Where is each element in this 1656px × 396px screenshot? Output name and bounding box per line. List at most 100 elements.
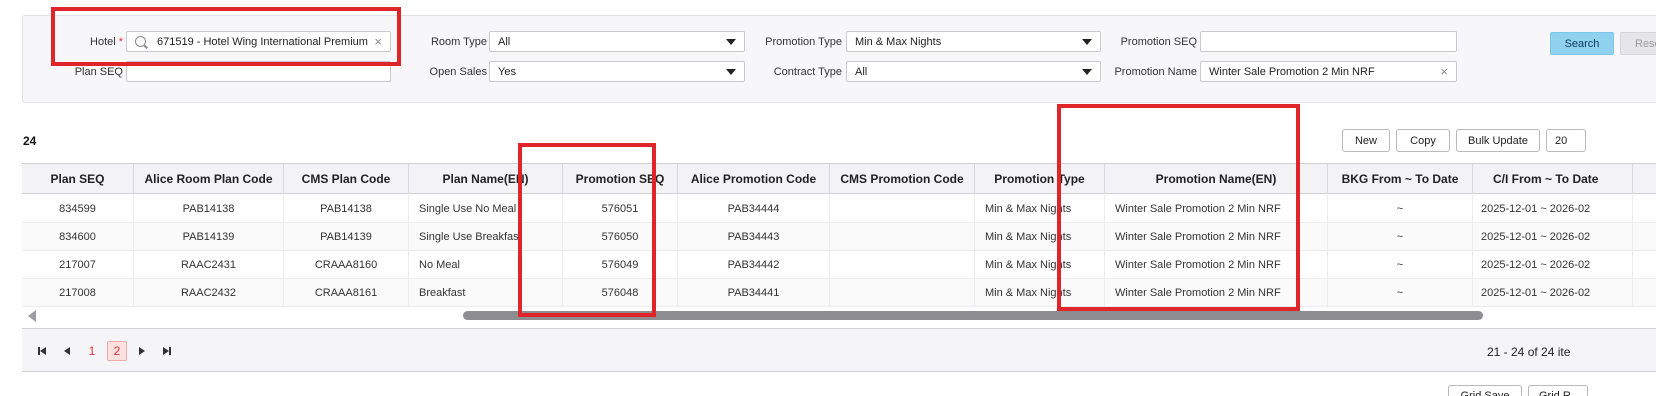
cell-alice-promotion-code: PAB34442: [678, 251, 830, 279]
reset-button[interactable]: Rese: [1620, 32, 1656, 55]
cell-ci-date: 2025-12-01 ~ 2026-02: [1473, 195, 1633, 223]
col-alice-promotion-code[interactable]: Alice Promotion Code: [678, 164, 830, 194]
grid-reset-button[interactable]: Grid R: [1528, 385, 1588, 396]
promotion-plan-page: Hotel * 671519 - Hotel Wing International…: [0, 0, 1656, 396]
cell-plan-seq: 834599: [22, 195, 134, 223]
cell-plan-name: Single Use No Meal: [409, 195, 563, 223]
contract-type-select[interactable]: All: [846, 61, 1101, 82]
cell-plan-seq: 834600: [22, 223, 134, 251]
cell-cms-plan-code: CRAAA8161: [284, 279, 409, 307]
contract-type-label: Contract Type: [773, 66, 842, 78]
cell-promotion-seq: 576051: [563, 195, 678, 223]
new-button[interactable]: New: [1342, 129, 1390, 152]
cell-bkg-date: ~: [1328, 195, 1473, 223]
cell-alice-promotion-code: PAB34443: [678, 223, 830, 251]
promotion-name-input[interactable]: Winter Sale Promotion 2 Min NRF ×: [1200, 61, 1457, 82]
grid-header: Plan SEQ Alice Room Plan Code CMS Plan C…: [22, 164, 1656, 194]
cell-ci-date: 2025-12-01 ~ 2026-02: [1473, 223, 1633, 251]
plan-seq-label: Plan SEQ: [74, 66, 123, 78]
cell-promotion-name: Winter Sale Promotion 2 Min NRF: [1105, 195, 1328, 223]
chevron-down-icon: [726, 68, 736, 75]
cell-cms-promotion-code: [830, 251, 975, 279]
cell-alice-room-plan-code: PAB14138: [134, 195, 284, 223]
filter-panel: [22, 15, 1656, 103]
cell-promotion-seq: 576049: [563, 251, 678, 279]
cell-plan-seq: 217008: [22, 279, 134, 307]
cell-plan-name: Single Use Breakfast: [409, 223, 563, 251]
page-2[interactable]: 2: [107, 341, 127, 361]
last-page-icon[interactable]: [157, 341, 177, 361]
copy-button[interactable]: Copy: [1396, 129, 1450, 152]
col-promotion-name-en[interactable]: Promotion Name(EN): [1105, 164, 1328, 194]
room-type-label: Room Type: [430, 36, 487, 48]
room-type-select[interactable]: All: [489, 31, 745, 52]
cell-bkg-date: ~: [1328, 223, 1473, 251]
col-cms-promotion-code[interactable]: CMS Promotion Code: [830, 164, 975, 194]
chevron-down-icon: [1082, 38, 1092, 45]
plan-seq-input[interactable]: [126, 61, 391, 82]
scrollbar-thumb[interactable]: [463, 311, 1483, 320]
cell-alice-promotion-code: PAB34441: [678, 279, 830, 307]
cell-alice-room-plan-code: RAAC2432: [134, 279, 284, 307]
col-promotion-type[interactable]: Promotion Type: [975, 164, 1105, 194]
next-page-icon[interactable]: [132, 341, 152, 361]
page-1[interactable]: 1: [82, 341, 102, 361]
hotel-label: Hotel *: [90, 36, 123, 48]
cell-cms-promotion-code: [830, 195, 975, 223]
cell-plan-seq: 217007: [22, 251, 134, 279]
horizontal-scrollbar[interactable]: [22, 308, 1656, 322]
table-row[interactable]: 834599 PAB14138 PAB14138 Single Use No M…: [22, 195, 1656, 223]
cell-cms-promotion-code: [830, 279, 975, 307]
promotion-seq-label: Promotion SEQ: [1120, 36, 1197, 48]
chevron-down-icon: [726, 38, 736, 45]
pager-info: 21 - 24 of 24 ite: [1487, 345, 1571, 359]
cell-ci-date: 2025-12-01 ~ 2026-02: [1473, 251, 1633, 279]
cell-bkg-date: ~: [1328, 279, 1473, 307]
cell-promotion-seq: 576048: [563, 279, 678, 307]
cell-alice-promotion-code: PAB34444: [678, 195, 830, 223]
clear-icon[interactable]: ×: [1440, 64, 1448, 79]
clear-icon[interactable]: ×: [374, 34, 382, 49]
cell-promotion-seq: 576050: [563, 223, 678, 251]
hotel-input[interactable]: 671519 - Hotel Wing International Premiu…: [126, 31, 391, 52]
cell-plan-name: No Meal: [409, 251, 563, 279]
cell-cms-plan-code: PAB14138: [284, 195, 409, 223]
col-plan-seq[interactable]: Plan SEQ: [22, 164, 134, 194]
table-row[interactable]: 217007 RAAC2431 CRAAA8160 No Meal 576049…: [22, 251, 1656, 279]
cell-promotion-name: Winter Sale Promotion 2 Min NRF: [1105, 279, 1328, 307]
cell-promotion-type: Min & Max Nights: [975, 251, 1105, 279]
cell-plan-name: Breakfast: [409, 279, 563, 307]
grid-save-button[interactable]: Grid Save: [1448, 385, 1522, 396]
col-promotion-seq[interactable]: Promotion SEQ: [563, 164, 678, 194]
cell-alice-room-plan-code: PAB14139: [134, 223, 284, 251]
hotel-value: 671519 - Hotel Wing International Premiu…: [157, 35, 368, 48]
table-row[interactable]: 834600 PAB14139 PAB14139 Single Use Brea…: [22, 223, 1656, 251]
promotion-seq-input[interactable]: [1200, 31, 1457, 52]
bulk-update-button[interactable]: Bulk Update: [1456, 129, 1540, 152]
first-page-icon[interactable]: [32, 341, 52, 361]
cell-cms-promotion-code: [830, 223, 975, 251]
promotion-name-label: Promotion Name: [1114, 66, 1197, 78]
page-size-button[interactable]: 20: [1546, 129, 1586, 152]
scroll-left-icon[interactable]: [28, 310, 36, 322]
open-sales-select[interactable]: Yes: [489, 61, 745, 82]
col-cms-plan-code[interactable]: CMS Plan Code: [284, 164, 409, 194]
chevron-down-icon: [1082, 68, 1092, 75]
prev-page-icon[interactable]: [57, 341, 77, 361]
table-row[interactable]: 217008 RAAC2432 CRAAA8161 Breakfast 5760…: [22, 279, 1656, 307]
pager: 1 2 21 - 24 of 24 ite: [22, 328, 1656, 372]
cell-promotion-type: Min & Max Nights: [975, 279, 1105, 307]
cell-promotion-type: Min & Max Nights: [975, 195, 1105, 223]
col-plan-name-en[interactable]: Plan Name(EN): [409, 164, 563, 194]
required-mark: *: [118, 36, 123, 48]
promotion-type-select[interactable]: Min & Max Nights: [846, 31, 1101, 52]
col-alice-room-plan-code[interactable]: Alice Room Plan Code: [134, 164, 284, 194]
col-bkg-from-to-date[interactable]: BKG From ~ To Date: [1328, 164, 1473, 194]
search-button[interactable]: Search: [1550, 32, 1614, 55]
cell-ci-date: 2025-12-01 ~ 2026-02: [1473, 279, 1633, 307]
cell-promotion-type: Min & Max Nights: [975, 223, 1105, 251]
col-ci-from-to-date[interactable]: C/I From ~ To Date: [1473, 164, 1633, 194]
cell-cms-plan-code: CRAAA8160: [284, 251, 409, 279]
cell-promotion-name: Winter Sale Promotion 2 Min NRF: [1105, 251, 1328, 279]
cell-cms-plan-code: PAB14139: [284, 223, 409, 251]
